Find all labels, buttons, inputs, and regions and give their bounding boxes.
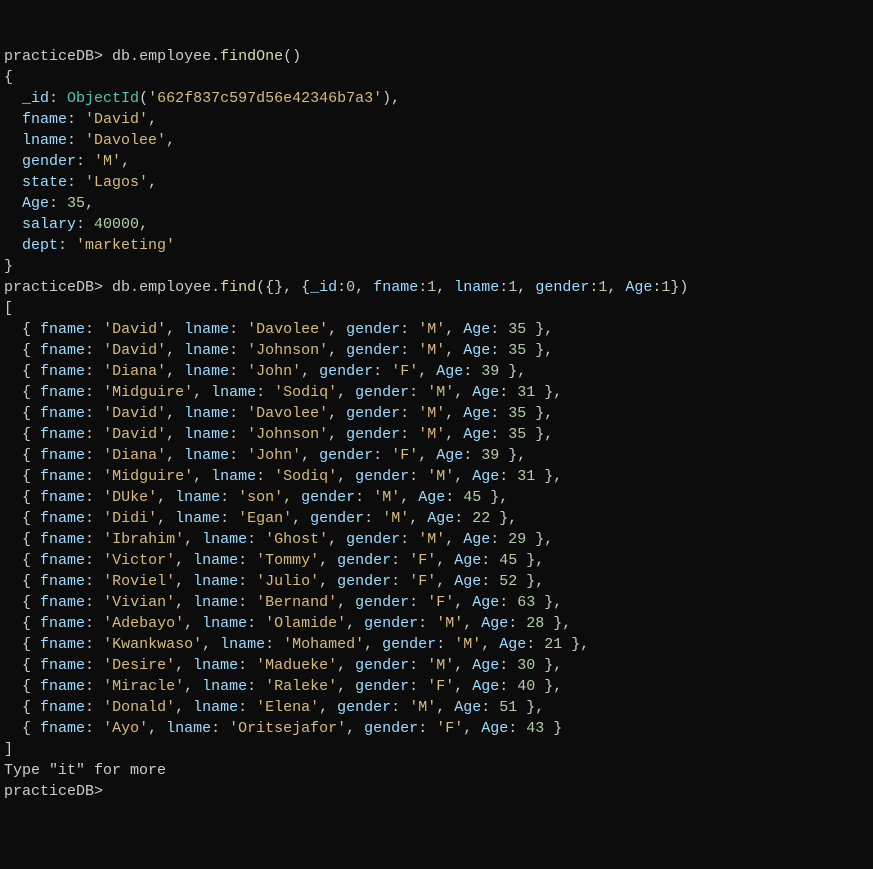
terminal-output[interactable]: practiceDB> db.employee.findOne() { _id:… (4, 46, 869, 802)
